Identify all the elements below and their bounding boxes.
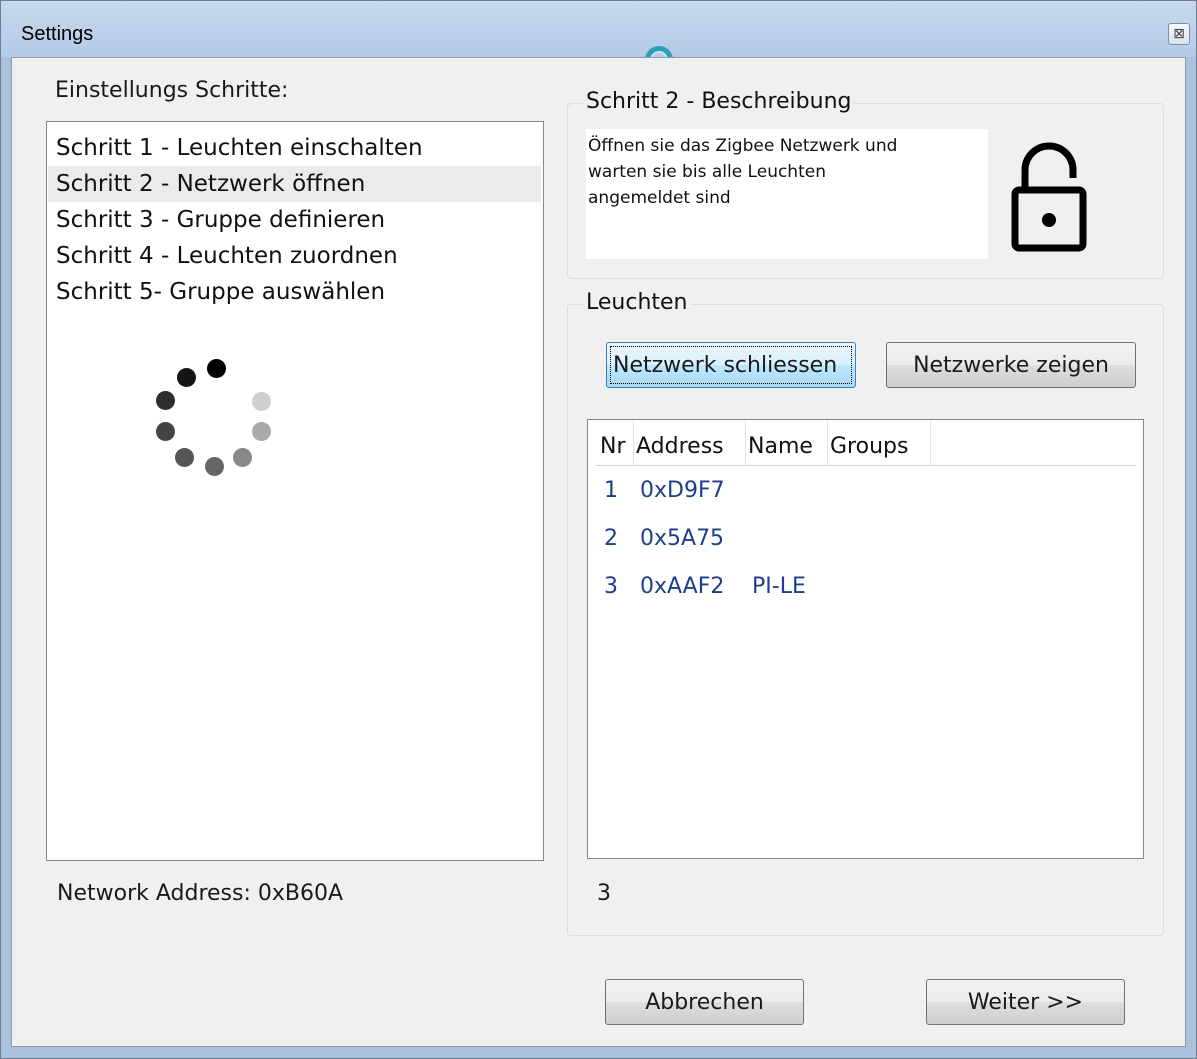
cell-address: 0xAAF2 <box>640 574 725 599</box>
header-divider <box>596 465 1136 466</box>
lights-group-title: Leuchten <box>583 290 691 315</box>
close-icon: ⊠ <box>1173 26 1185 42</box>
spinner-dot <box>207 359 226 378</box>
dialog-content: Einstellungs Schritte: Schritt 1 - Leuch… <box>11 57 1186 1047</box>
cell-nr: 1 <box>604 478 618 503</box>
column-header-groups[interactable]: Groups <box>828 420 931 466</box>
next-button[interactable]: Weiter >> <box>926 979 1125 1025</box>
step-item-1[interactable]: Schritt 1 - Leuchten einschalten <box>48 130 541 166</box>
table-row[interactable]: 2 0x5A75 <box>588 516 1143 562</box>
window-title: Settings <box>21 23 94 45</box>
table-row[interactable]: 1 0xD9F7 <box>588 468 1143 514</box>
step-item-5[interactable]: Schritt 5- Gruppe auswählen <box>48 274 541 310</box>
steps-heading: Einstellungs Schritte: <box>55 78 289 103</box>
close-network-button[interactable]: Netzwerk schliessen <box>606 342 856 388</box>
spinner-dot <box>252 392 271 411</box>
settings-window: Settings ⊠ Einstellungs Schritte: Schrit… <box>0 0 1197 1059</box>
step-item-3[interactable]: Schritt 3 - Gruppe definieren <box>48 202 541 238</box>
title-bar[interactable]: Settings ⊠ <box>1 1 1196 57</box>
show-networks-button-label: Netzwerke zeigen <box>913 352 1109 378</box>
lights-list[interactable]: Nr Address Name Groups 1 0xD9F7 2 0x5A75… <box>587 419 1144 859</box>
step-item-4[interactable]: Schritt 4 - Leuchten zuordnen <box>48 238 541 274</box>
loading-spinner-icon <box>131 359 271 489</box>
spinner-dot <box>205 457 224 476</box>
close-button[interactable]: ⊠ <box>1168 23 1190 45</box>
steps-list[interactable]: Schritt 1 - Leuchten einschalten Schritt… <box>46 121 544 861</box>
step-item-2[interactable]: Schritt 2 - Netzwerk öffnen <box>48 166 541 202</box>
spinner-dot <box>233 448 252 467</box>
spinner-dot <box>175 448 194 467</box>
description-line: warten sie bis alle Leuchten <box>588 162 826 182</box>
spinner-dot <box>156 391 175 410</box>
cell-nr: 2 <box>604 526 618 551</box>
description-group-title: Schritt 2 - Beschreibung <box>583 89 855 114</box>
spinner-dot <box>252 422 271 441</box>
spinner-dot <box>156 422 175 441</box>
description-line: angemeldet sind <box>588 188 731 208</box>
cancel-button-label: Abbrechen <box>645 989 764 1015</box>
cell-name: PI-LE <box>752 574 806 599</box>
cell-address: 0xD9F7 <box>640 478 725 503</box>
cancel-button[interactable]: Abbrechen <box>605 979 804 1025</box>
cell-address: 0x5A75 <box>640 526 725 551</box>
description-text: Öffnen sie das Zigbee Netzwerk und warte… <box>586 129 988 259</box>
next-button-label: Weiter >> <box>967 989 1084 1015</box>
cell-nr: 3 <box>604 574 618 599</box>
description-line: Öffnen sie das Zigbee Netzwerk und <box>588 136 898 156</box>
show-networks-button[interactable]: Netzwerke zeigen <box>886 342 1136 388</box>
column-header-name[interactable]: Name <box>746 420 828 466</box>
network-address-label: Network Address: 0xB60A <box>57 881 344 906</box>
column-header-address[interactable]: Address <box>634 420 746 466</box>
close-network-button-label: Netzwerk schliessen <box>613 352 838 378</box>
lights-count: 3 <box>597 881 611 906</box>
table-row[interactable]: 3 0xAAF2 PI-LE <box>588 564 1143 610</box>
lock-open-icon <box>1011 142 1087 252</box>
spinner-dot <box>177 368 196 387</box>
column-header-nr[interactable]: Nr <box>598 420 634 466</box>
list-header: Nr Address Name Groups <box>588 420 1143 466</box>
